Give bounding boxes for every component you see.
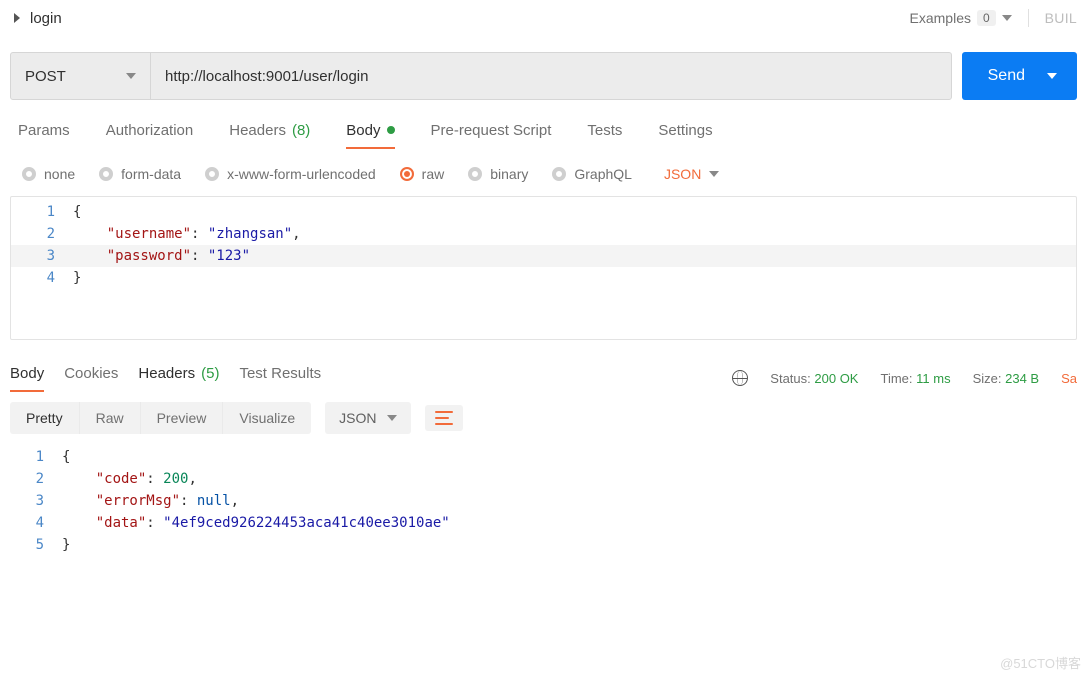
tab-settings[interactable]: Settings — [658, 122, 712, 149]
resp-tab-cookies[interactable]: Cookies — [64, 365, 118, 392]
wrap-icon — [435, 411, 453, 425]
time: Time: 11 ms — [880, 371, 950, 386]
tab-tests[interactable]: Tests — [587, 122, 622, 149]
globe-icon[interactable] — [732, 370, 748, 386]
url-value: http://localhost:9001/user/login — [165, 68, 368, 85]
size: Size: 234 B — [973, 371, 1040, 386]
body-raw-type-select[interactable]: JSON — [664, 166, 719, 182]
tab-pre-request[interactable]: Pre-request Script — [431, 122, 552, 149]
chevron-down-icon — [1002, 15, 1012, 21]
chevron-down-icon — [709, 171, 719, 177]
send-button[interactable]: Send — [962, 52, 1077, 100]
chevron-down-icon — [126, 73, 136, 79]
divider — [1028, 9, 1029, 27]
send-label: Send — [988, 67, 1025, 85]
wrap-lines-button[interactable] — [425, 405, 463, 431]
save-response-link[interactable]: Sa — [1061, 371, 1077, 386]
examples-dropdown[interactable]: Examples 0 — [910, 10, 1012, 26]
request-body-editor[interactable]: 1{ 2 "username": "zhangsan", 3 "password… — [10, 196, 1077, 340]
response-body-editor[interactable]: 1{ 2 "code": 200, 3 "errorMsg": null, 4 … — [0, 444, 1087, 576]
body-mode-form-data[interactable]: form-data — [99, 166, 181, 182]
resp-tab-test-results[interactable]: Test Results — [239, 365, 321, 392]
view-visualize[interactable]: Visualize — [223, 402, 311, 434]
resp-headers-count: (5) — [201, 365, 219, 382]
resp-tab-body[interactable]: Body — [10, 365, 44, 392]
chevron-down-icon — [387, 415, 397, 421]
examples-label: Examples — [910, 10, 971, 26]
body-modified-dot-icon — [387, 126, 395, 134]
body-mode-raw[interactable]: raw — [400, 166, 445, 182]
status: Status: 200 OK — [770, 371, 858, 386]
headers-count: (8) — [292, 122, 310, 139]
response-format-select[interactable]: JSON — [325, 402, 410, 434]
resp-tab-headers[interactable]: Headers (5) — [138, 365, 219, 392]
view-pretty[interactable]: Pretty — [10, 402, 80, 434]
url-input[interactable]: http://localhost:9001/user/login — [151, 53, 951, 99]
body-mode-xwww[interactable]: x-www-form-urlencoded — [205, 166, 376, 182]
tab-params[interactable]: Params — [18, 122, 70, 149]
chevron-down-icon[interactable] — [1047, 73, 1057, 79]
body-mode-none[interactable]: none — [22, 166, 75, 182]
response-view-toggle: Pretty Raw Preview Visualize — [10, 402, 311, 434]
tab-headers[interactable]: Headers (8) — [229, 122, 310, 149]
view-preview[interactable]: Preview — [141, 402, 224, 434]
method-value: POST — [25, 68, 66, 85]
body-mode-graphql[interactable]: GraphQL — [552, 166, 632, 182]
tab-body[interactable]: Body — [346, 122, 394, 149]
method-select[interactable]: POST — [11, 53, 151, 99]
caret-right-icon[interactable] — [14, 13, 20, 23]
tab-authorization[interactable]: Authorization — [106, 122, 194, 149]
view-raw[interactable]: Raw — [80, 402, 141, 434]
examples-count: 0 — [977, 10, 996, 26]
build-label: BUIL — [1045, 10, 1077, 26]
watermark: @51CTO博客 — [1000, 653, 1081, 672]
request-name: login — [30, 10, 910, 27]
body-mode-binary[interactable]: binary — [468, 166, 528, 182]
